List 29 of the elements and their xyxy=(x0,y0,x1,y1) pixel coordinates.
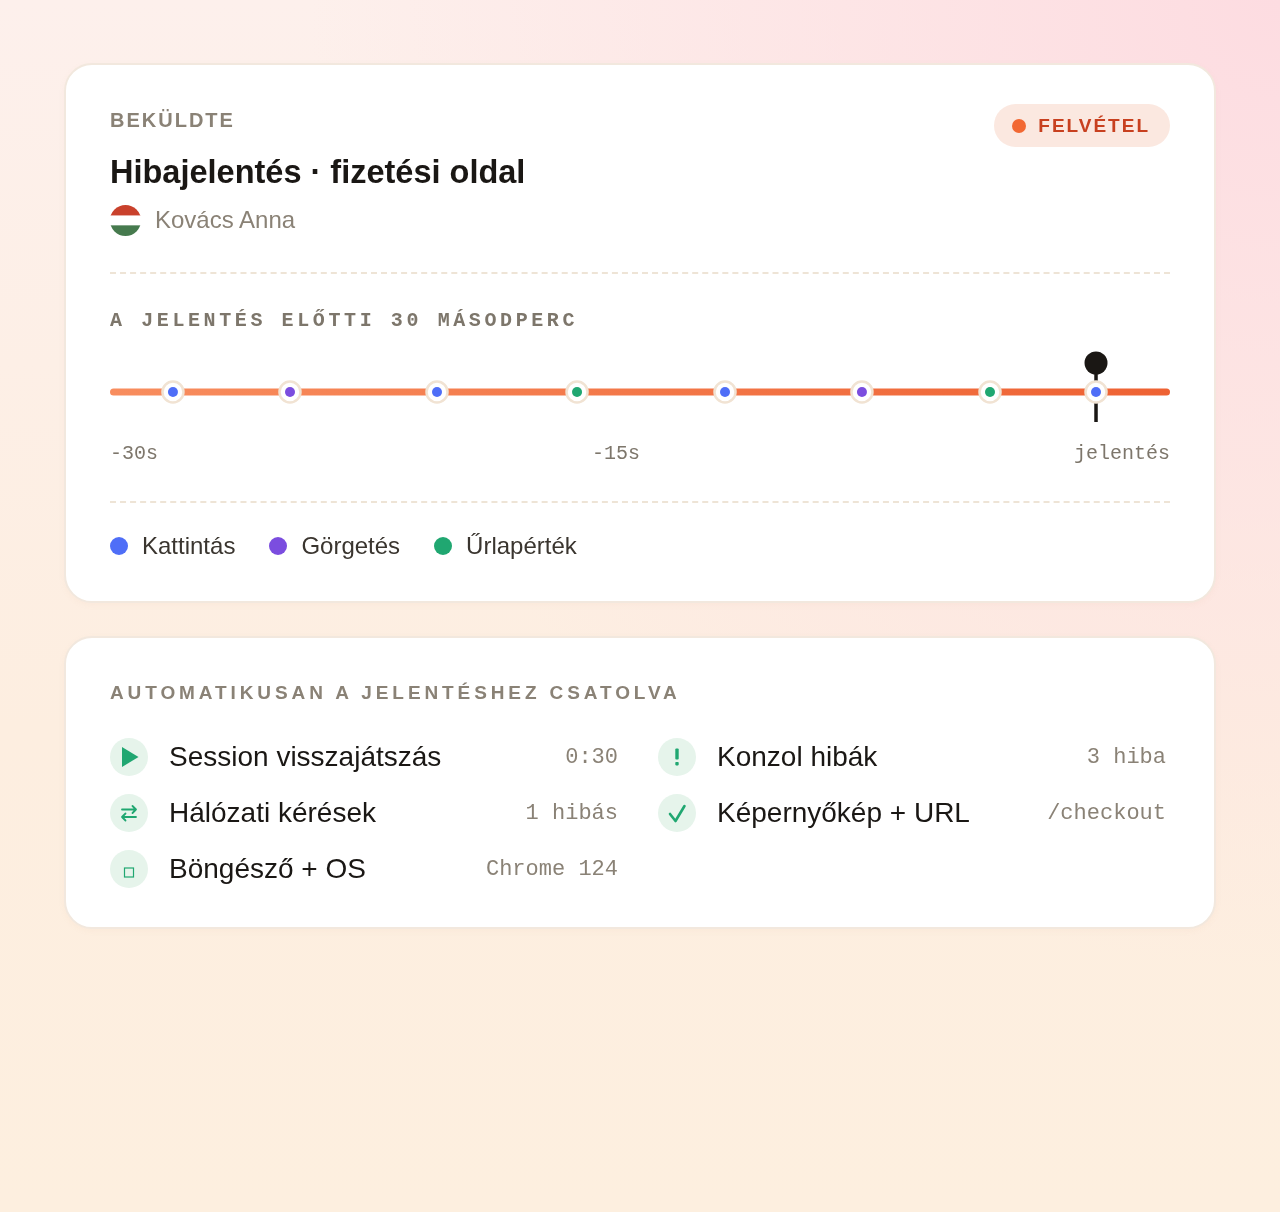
flag-icon xyxy=(110,204,141,236)
attachment-value: 3 hiba xyxy=(1086,744,1167,770)
timeline-title: A JELENTÉS ELŐTTI 30 MÁSODPERC xyxy=(110,308,580,334)
submitted-by-label: BEKÜLDTE xyxy=(110,108,236,132)
exclamation-icon xyxy=(658,738,696,776)
report-pin-marker xyxy=(1084,351,1108,422)
legend-label: Görgetés xyxy=(301,532,401,560)
attachment-value: Chrome 124 xyxy=(485,856,619,882)
swap-arrows-icon xyxy=(110,794,148,832)
attachment-label: Böngésző + OS xyxy=(169,852,367,886)
attachment-label: Konzol hibák xyxy=(717,740,879,774)
attachments-heading: AUTOMATIKUSAN A JELENTÉSHEZ CSATOLVA xyxy=(110,681,682,705)
attachment-value: 1 hibás xyxy=(525,800,619,826)
axis-tick-label: jelentés xyxy=(1073,442,1170,466)
attachment-value: 0:30 xyxy=(565,744,619,770)
attachment-value: /checkout xyxy=(1047,800,1167,826)
recording-dot-icon xyxy=(1012,118,1027,133)
author-name: Kovács Anna xyxy=(155,205,296,235)
checkmark-icon xyxy=(658,794,696,832)
badge-label: FELVÉTEL xyxy=(1038,114,1150,137)
attachment-label: Képernyőkép + URL xyxy=(717,796,971,830)
axis-tick-label: -30s xyxy=(110,442,158,466)
legend-label: Űrlapérték xyxy=(466,532,577,560)
play-icon xyxy=(110,738,148,776)
attachment-label: Hálózati kérések xyxy=(169,796,377,830)
legend-label: Kattintás xyxy=(142,532,236,560)
report-title: Hibajelentés · fizetési oldal xyxy=(110,153,526,192)
attachment-label: Session visszajátszás xyxy=(169,740,443,774)
axis-tick-label: -15s xyxy=(592,442,640,466)
